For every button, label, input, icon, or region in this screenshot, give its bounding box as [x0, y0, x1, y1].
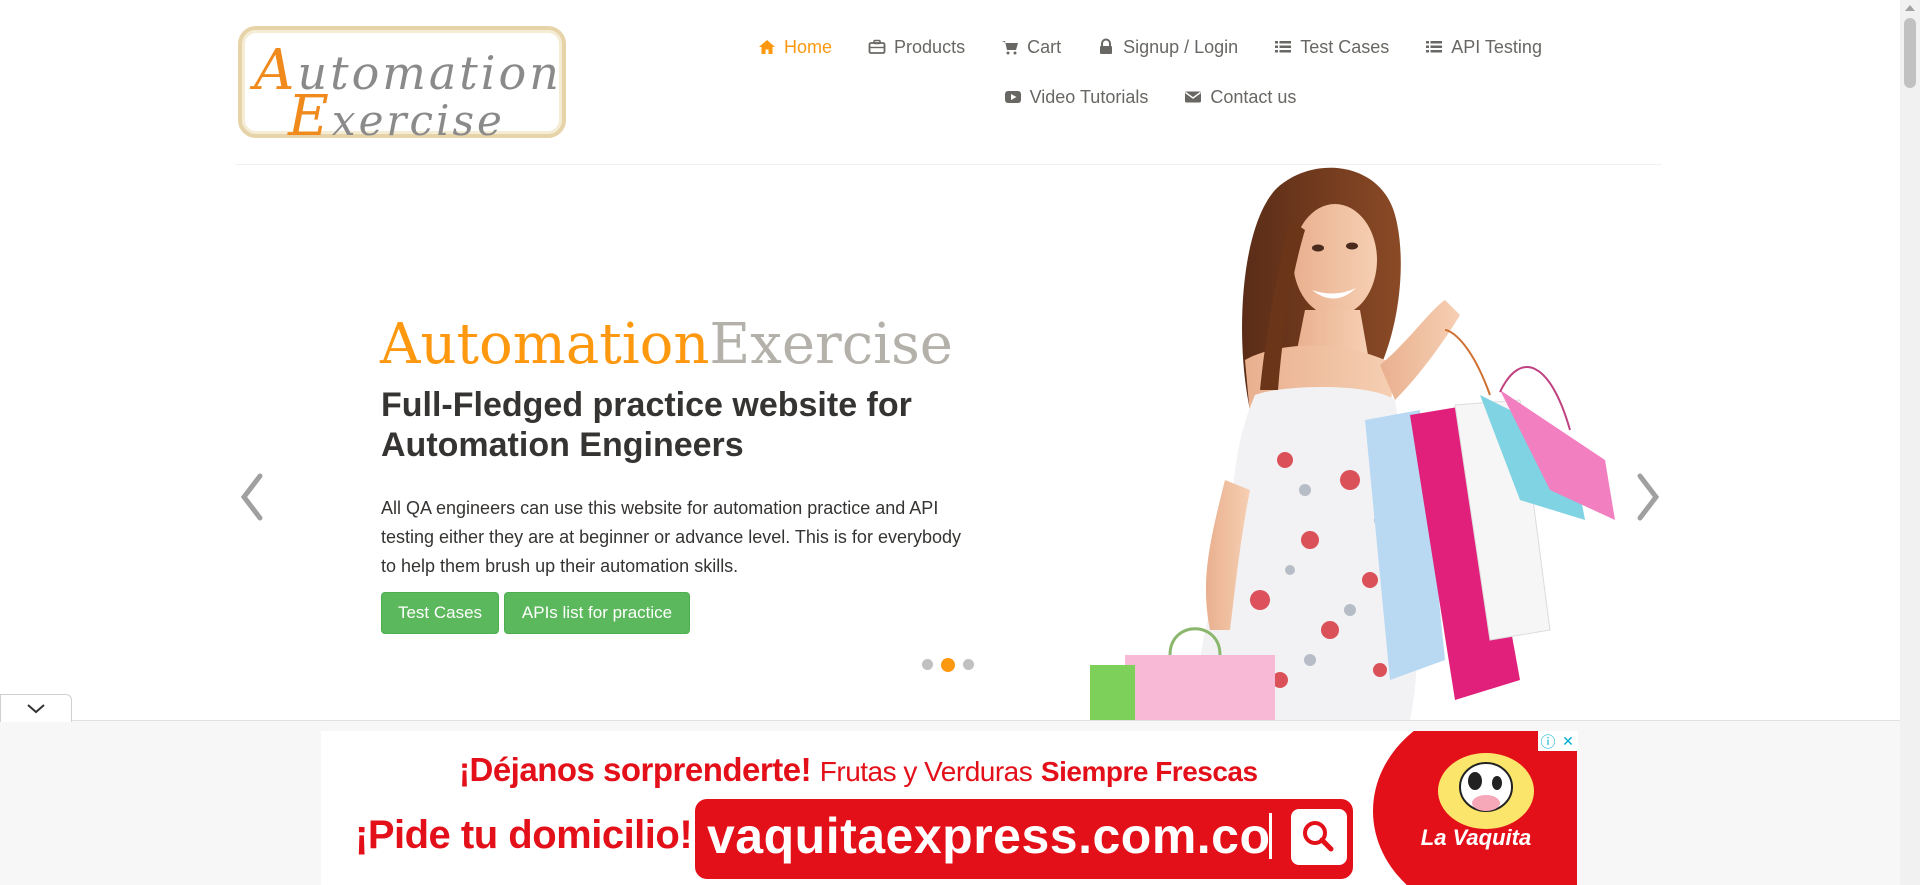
- nav-video-tutorials[interactable]: Video Tutorials: [1004, 86, 1148, 108]
- test-cases-button[interactable]: Test Cases: [381, 592, 499, 634]
- carousel-indicators: [922, 657, 974, 672]
- ad-text-caret: [1269, 813, 1272, 859]
- briefcase-icon: [868, 38, 886, 56]
- youtube-play-icon: [1004, 88, 1022, 106]
- slider-title: Full-Fledged practice website for Automa…: [381, 386, 912, 464]
- main-nav: Home Products Cart Signup / Login Test C…: [720, 36, 1580, 108]
- nav-contact-us[interactable]: Contact us: [1184, 86, 1296, 108]
- chevron-left-icon: [240, 473, 263, 521]
- slider-brand-heading: AutomationExercise: [380, 312, 953, 377]
- page: Automation Exercise Home Products Cart S…: [0, 0, 1920, 885]
- cow-mascot-icon: [1438, 753, 1534, 829]
- list-icon: [1425, 38, 1443, 56]
- logo-line-2: Exercise: [288, 84, 505, 149]
- scroll-up-icon[interactable]: [1905, 5, 1915, 11]
- page-scrollbar[interactable]: [1900, 0, 1920, 885]
- nav-signup-login[interactable]: Signup / Login: [1097, 36, 1238, 58]
- ad-collapse-toggle[interactable]: [0, 694, 72, 722]
- ad-url-box[interactable]: vaquitaexpress.com.co: [695, 799, 1353, 879]
- nav-test-cases[interactable]: Test Cases: [1274, 36, 1389, 58]
- ad-callout: ¡Pide tu domicilio!: [355, 813, 693, 857]
- advertisement[interactable]: ¡Déjanos sorprenderte! Frutas y Verduras…: [321, 731, 1577, 885]
- carousel-dot-2[interactable]: [941, 657, 955, 672]
- carousel-next-arrow[interactable]: [1634, 470, 1664, 524]
- shopping-cart-icon: [1001, 38, 1019, 56]
- nav-api-testing[interactable]: API Testing: [1425, 36, 1542, 58]
- home-icon: [758, 38, 776, 56]
- chevron-right-icon: [1637, 473, 1660, 521]
- apis-list-button[interactable]: APIs list for practice: [504, 592, 690, 634]
- ad-url-text: vaquitaexpress.com.co: [707, 808, 1271, 864]
- envelope-icon: [1184, 88, 1202, 106]
- slider-description: All QA engineers can use this website fo…: [381, 498, 961, 576]
- scrollbar-thumb[interactable]: [1904, 18, 1916, 88]
- search-icon: [1291, 809, 1347, 865]
- ad-controls: ⓘ ✕: [1538, 731, 1578, 751]
- list-icon: [1274, 38, 1292, 56]
- nav-home[interactable]: Home: [758, 36, 832, 58]
- carousel-prev-arrow[interactable]: [236, 470, 266, 524]
- ad-brand-name: La Vaquita: [1420, 825, 1532, 850]
- ad-close-icon[interactable]: ✕: [1558, 731, 1578, 751]
- nav-cart[interactable]: Cart: [1001, 36, 1061, 58]
- chevron-down-icon: [27, 704, 45, 714]
- ad-info-icon[interactable]: ⓘ: [1538, 731, 1558, 751]
- nav-products[interactable]: Products: [868, 36, 965, 58]
- hero-shopping-girl-image: [1090, 167, 1615, 720]
- lock-icon: [1097, 38, 1115, 56]
- site-logo[interactable]: Automation Exercise: [238, 26, 566, 149]
- carousel-dot-3[interactable]: [963, 659, 974, 670]
- carousel-dot-1[interactable]: [922, 659, 933, 670]
- ad-headline: ¡Déjanos sorprenderte! Frutas y Verduras…: [459, 751, 1258, 788]
